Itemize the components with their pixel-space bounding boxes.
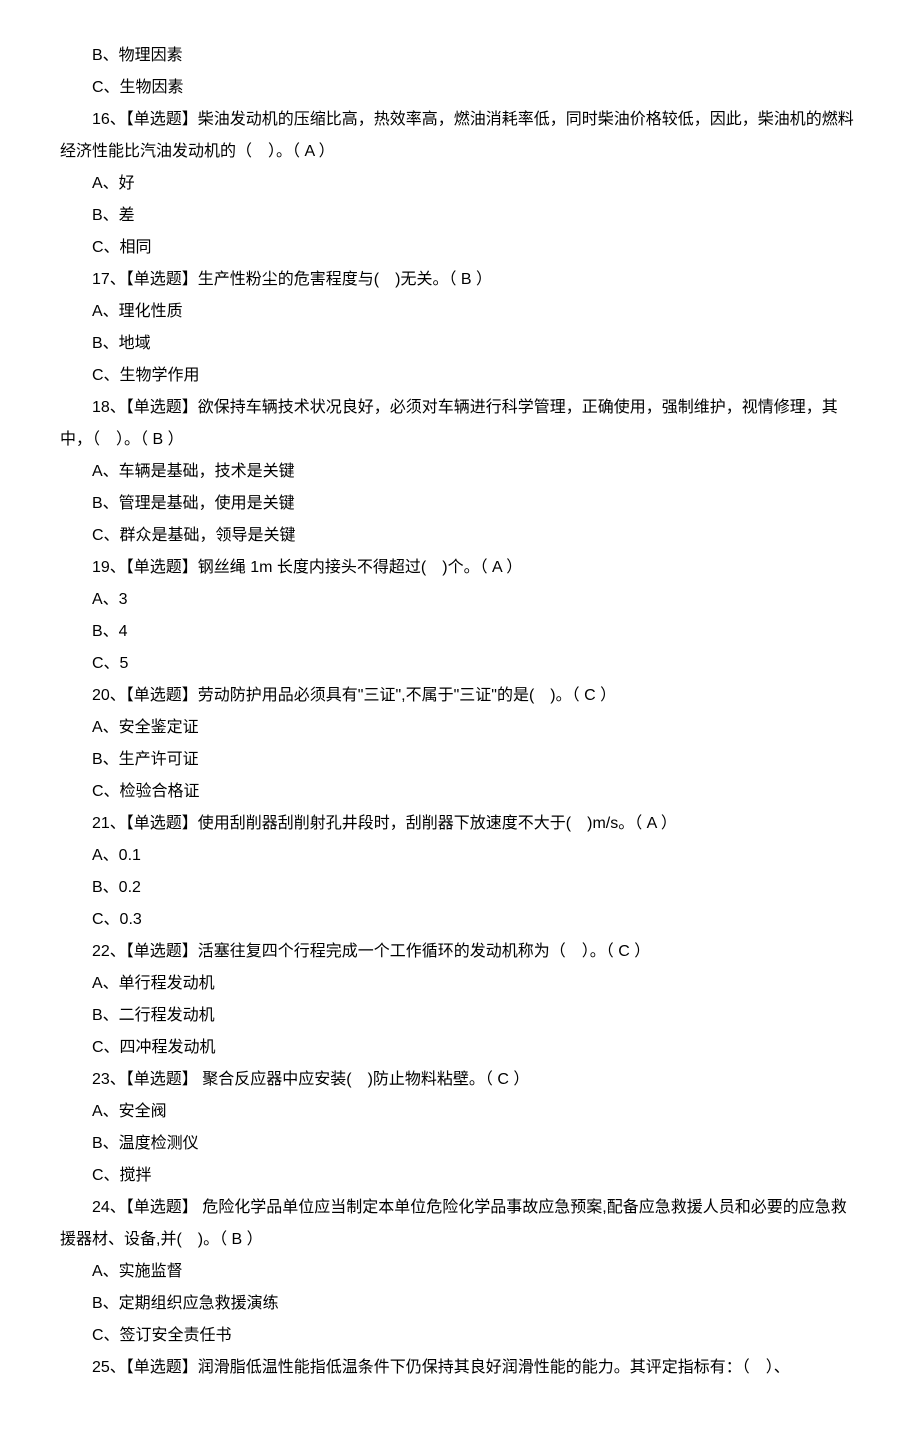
- option-text: C、签订安全责任书: [60, 1320, 860, 1352]
- option-text: C、四冲程发动机: [60, 1032, 860, 1064]
- question-stem: 22、【单选题】活塞往复四个行程完成一个工作循环的发动机称为（ ）。（ C ）: [60, 936, 860, 968]
- option-text: A、实施监督: [60, 1256, 860, 1288]
- option-text: B、4: [60, 616, 860, 648]
- question-stem: 19、【单选题】钢丝绳 1m 长度内接头不得超过( )个。（ A ）: [60, 552, 860, 584]
- option-text: A、好: [60, 168, 860, 200]
- option-text: C、群众是基础，领导是关键: [60, 520, 860, 552]
- option-text: B、0.2: [60, 872, 860, 904]
- option-text: B、物理因素: [60, 40, 860, 72]
- option-text: A、安全鉴定证: [60, 712, 860, 744]
- question-stem: 17、【单选题】生产性粉尘的危害程度与( )无关。（ B ）: [60, 264, 860, 296]
- option-text: B、管理是基础，使用是关键: [60, 488, 860, 520]
- option-text: C、相同: [60, 232, 860, 264]
- option-text: B、生产许可证: [60, 744, 860, 776]
- option-text: C、生物因素: [60, 72, 860, 104]
- option-text: A、车辆是基础，技术是关键: [60, 456, 860, 488]
- question-stem: 25、【单选题】润滑脂低温性能指低温条件下仍保持其良好润滑性能的能力。其评定指标…: [60, 1352, 860, 1384]
- question-stem: 24、【单选题】 危险化学品单位应当制定本单位危险化学品事故应急预案,配备应急救…: [60, 1192, 860, 1256]
- option-text: C、检验合格证: [60, 776, 860, 808]
- option-text: C、5: [60, 648, 860, 680]
- option-text: A、0.1: [60, 840, 860, 872]
- question-stem: 16、【单选题】柴油发动机的压缩比高，热效率高，燃油消耗率低，同时柴油价格较低，…: [60, 104, 860, 168]
- option-text: C、0.3: [60, 904, 860, 936]
- question-stem: 20、【单选题】劳动防护用品必须具有"三证",不属于"三证"的是( )。（ C …: [60, 680, 860, 712]
- option-text: B、二行程发动机: [60, 1000, 860, 1032]
- option-text: A、3: [60, 584, 860, 616]
- question-stem: 23、【单选题】 聚合反应器中应安装( )防止物料粘壁。（ C ）: [60, 1064, 860, 1096]
- option-text: A、理化性质: [60, 296, 860, 328]
- option-text: B、地域: [60, 328, 860, 360]
- option-text: C、搅拌: [60, 1160, 860, 1192]
- option-text: A、安全阀: [60, 1096, 860, 1128]
- option-text: B、定期组织应急救援演练: [60, 1288, 860, 1320]
- option-text: B、差: [60, 200, 860, 232]
- option-text: B、温度检测仪: [60, 1128, 860, 1160]
- question-stem: 18、【单选题】欲保持车辆技术状况良好，必须对车辆进行科学管理，正确使用，强制维…: [60, 392, 860, 456]
- option-text: A、单行程发动机: [60, 968, 860, 1000]
- option-text: C、生物学作用: [60, 360, 860, 392]
- question-stem: 21、【单选题】使用刮削器刮削射孔井段时，刮削器下放速度不大于( )m/s。（ …: [60, 808, 860, 840]
